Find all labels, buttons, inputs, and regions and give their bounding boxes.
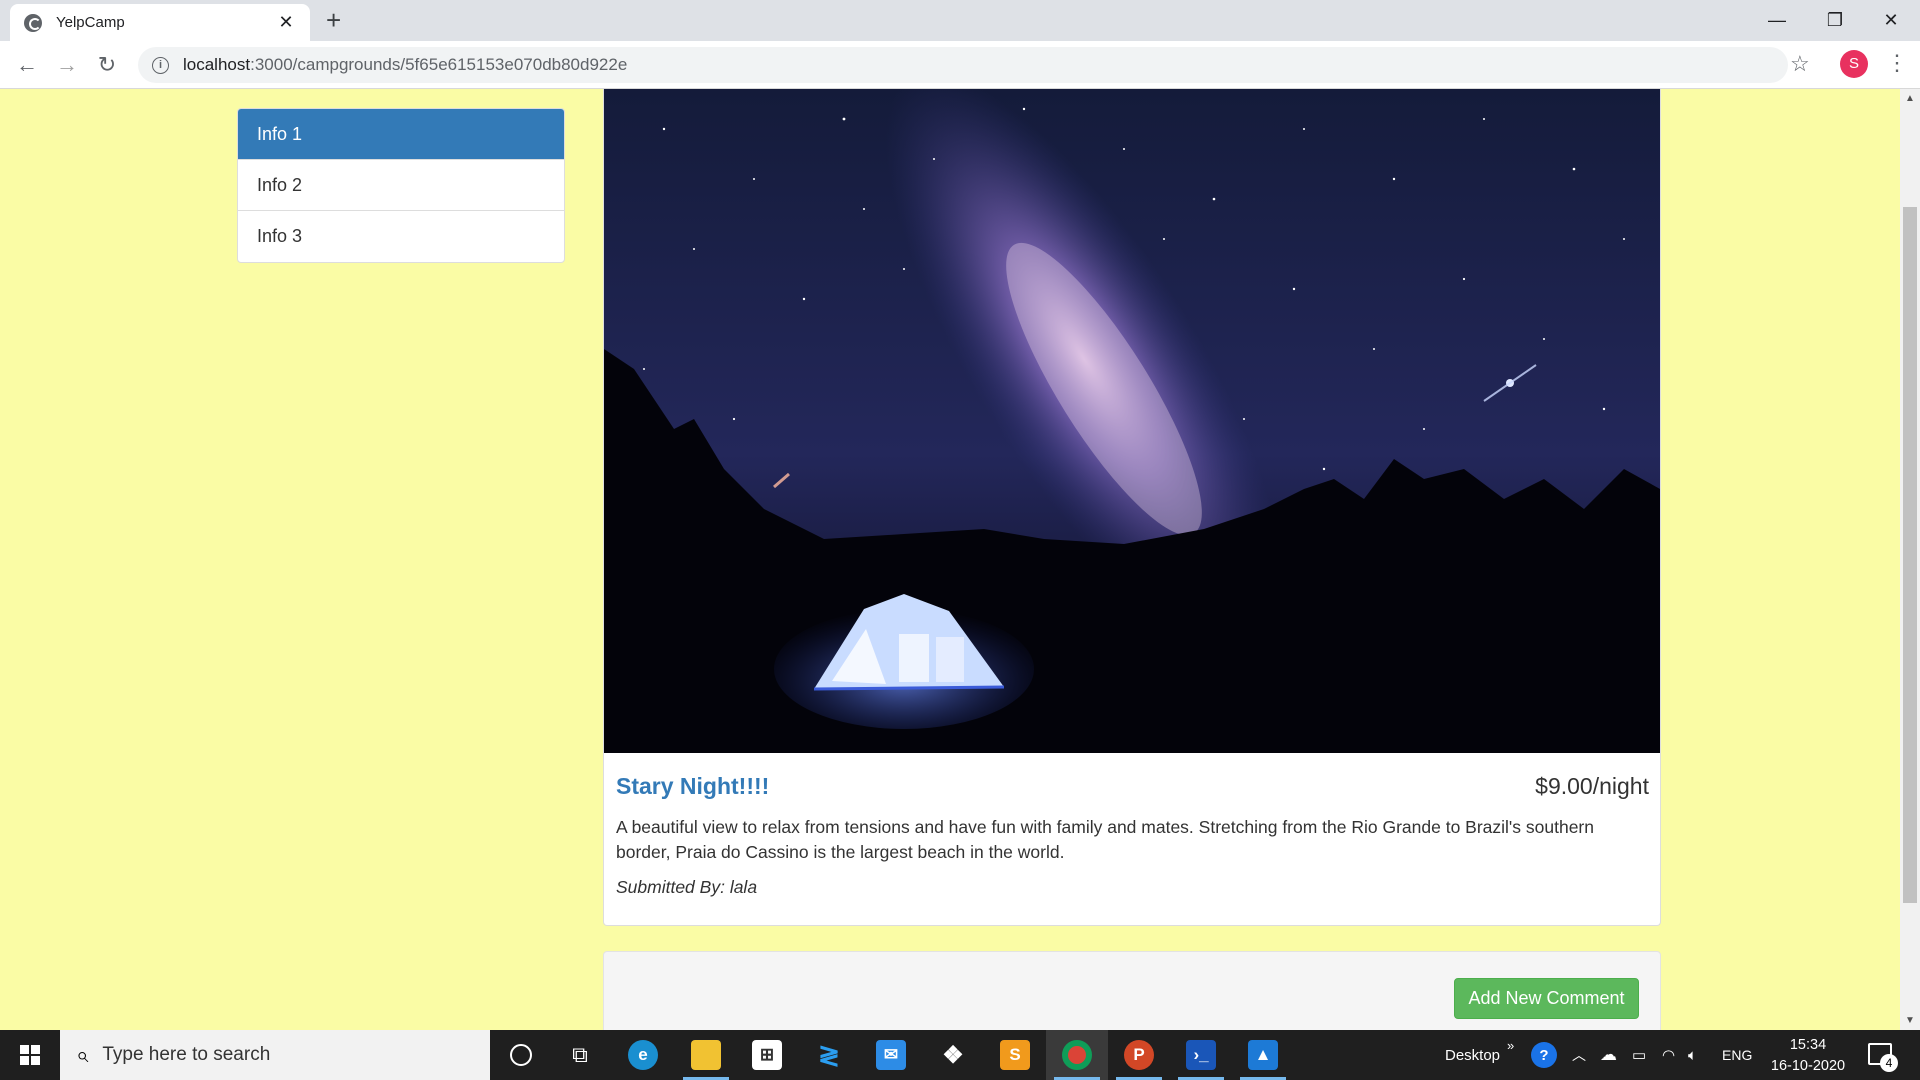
taskbar-file-explorer[interactable]	[675, 1030, 737, 1080]
list-item-info-1[interactable]: Info 1	[238, 109, 564, 160]
folder-icon	[691, 1040, 721, 1070]
new-tab-button[interactable]: +	[326, 7, 341, 33]
windows-logo-icon	[20, 1045, 40, 1065]
campground-price: $9.00/night	[1535, 773, 1649, 799]
more-menu-icon[interactable]: ⋮	[1886, 50, 1908, 76]
show-hidden-icons-icon[interactable]: ︿	[1572, 1030, 1586, 1080]
page-scrollbar[interactable]: ▲ ▼	[1900, 89, 1920, 1030]
taskbar-store[interactable]: ⊞	[736, 1030, 798, 1080]
profile-avatar[interactable]: S	[1840, 50, 1868, 78]
taskbar-search-box[interactable]: ⌕ Type here to search	[60, 1030, 490, 1080]
campground-title-link[interactable]: Stary Night!!!!	[616, 773, 769, 800]
wifi-icon[interactable]: ◠	[1662, 1030, 1675, 1080]
language-indicator[interactable]: ENG	[1722, 1030, 1752, 1080]
clock-time: 15:34	[1789, 1037, 1827, 1053]
address-bar[interactable]: i localhost:3000/campgrounds/5f65e615153…	[138, 47, 1788, 83]
code-editor-icon: ≷	[818, 1039, 840, 1070]
windows-taskbar: ⌕ Type here to search ⧉ e ⊞ ≷ ✉ ❖ S P ›_…	[0, 1030, 1920, 1080]
powershell-icon: ›_	[1186, 1040, 1216, 1070]
taskbar-vscode[interactable]: ≷	[798, 1030, 860, 1080]
browser-tab-strip: YelpCamp ✕ + — ❐ ✕	[0, 0, 1920, 41]
task-view-button[interactable]: ⧉	[549, 1030, 611, 1080]
clock-date: 16-10-2020	[1770, 1058, 1846, 1074]
taskbar-edge[interactable]: e	[612, 1030, 674, 1080]
taskbar-powerpoint[interactable]: P	[1108, 1030, 1170, 1080]
back-arrow-icon[interactable]: ←	[12, 53, 42, 77]
sublime-text-icon: S	[1000, 1040, 1030, 1070]
start-button[interactable]	[0, 1030, 60, 1080]
bookmark-star-icon[interactable]: ☆	[1790, 51, 1810, 77]
tab-title: YelpCamp	[56, 14, 125, 31]
author-name: lala	[729, 877, 758, 897]
submitted-by: Submitted By: lala	[616, 877, 757, 898]
desktop-toolbar-label[interactable]: Desktop	[1445, 1030, 1500, 1080]
cortana-button[interactable]	[490, 1030, 552, 1080]
scroll-down-icon[interactable]: ▼	[1905, 1015, 1915, 1026]
taskbar-dropbox[interactable]: ❖	[922, 1030, 984, 1080]
volume-icon[interactable]: 🔈︎	[1688, 1030, 1697, 1080]
toolbar-expand-icon[interactable]: »	[1507, 1020, 1514, 1070]
close-tab-icon[interactable]: ✕	[276, 12, 296, 33]
dropbox-icon: ❖	[942, 1041, 964, 1069]
minimize-button[interactable]: —	[1748, 0, 1806, 41]
browser-toolbar: ← → ↻ i localhost:3000/campgrounds/5f65e…	[0, 41, 1920, 89]
campground-image	[604, 89, 1660, 753]
submitted-by-label: Submitted By:	[616, 877, 730, 897]
notification-count-badge: 4	[1880, 1054, 1898, 1072]
onedrive-cloud-icon[interactable]: ☁	[1600, 1030, 1617, 1080]
taskbar-chrome[interactable]	[1046, 1030, 1108, 1080]
search-placeholder: Type here to search	[102, 1044, 271, 1065]
restore-button[interactable]: ❐	[1806, 0, 1864, 41]
powerpoint-icon: P	[1124, 1040, 1154, 1070]
browser-tab[interactable]: YelpCamp ✕	[10, 4, 310, 41]
chrome-icon	[1062, 1040, 1092, 1070]
cortana-icon	[510, 1044, 532, 1066]
reload-icon[interactable]: ↻	[92, 53, 122, 77]
globe-icon	[24, 13, 42, 32]
taskbar-sublime[interactable]: S	[984, 1030, 1046, 1080]
store-bag-icon: ⊞	[752, 1040, 782, 1070]
list-item-info-2[interactable]: Info 2	[238, 160, 564, 211]
taskbar-clock[interactable]: 15:34 16-10-2020	[1768, 1035, 1848, 1077]
forward-arrow-icon[interactable]: →	[52, 53, 82, 77]
scroll-up-icon[interactable]: ▲	[1905, 93, 1915, 104]
taskbar-mail[interactable]: ✉	[860, 1030, 922, 1080]
mail-icon: ✉	[876, 1040, 906, 1070]
edge-icon: e	[628, 1040, 658, 1070]
photos-icon: ▲	[1248, 1040, 1278, 1070]
campground-thumbnail: Stary Night!!!! $9.00/night A beautiful …	[603, 89, 1661, 926]
url-text: localhost:3000/campgrounds/5f65e615153e0…	[183, 55, 628, 74]
taskbar-powershell[interactable]: ›_	[1170, 1030, 1232, 1080]
taskbar-photos[interactable]: ▲	[1232, 1030, 1294, 1080]
site-info-icon[interactable]: i	[152, 56, 169, 74]
campground-description: A beautiful view to relax from tensions …	[616, 817, 1594, 862]
battery-icon[interactable]: ▭	[1632, 1030, 1646, 1080]
info-list-group: Info 1 Info 2 Info 3	[237, 108, 565, 263]
add-new-comment-button[interactable]: Add New Comment	[1454, 978, 1639, 1019]
close-window-button[interactable]: ✕	[1862, 0, 1920, 41]
scrollbar-thumb[interactable]	[1903, 207, 1917, 903]
task-view-icon: ⧉	[572, 1042, 588, 1067]
list-item-info-3[interactable]: Info 3	[238, 211, 564, 262]
search-icon: ⌕	[76, 1042, 89, 1067]
help-icon[interactable]: ?	[1531, 1030, 1557, 1080]
